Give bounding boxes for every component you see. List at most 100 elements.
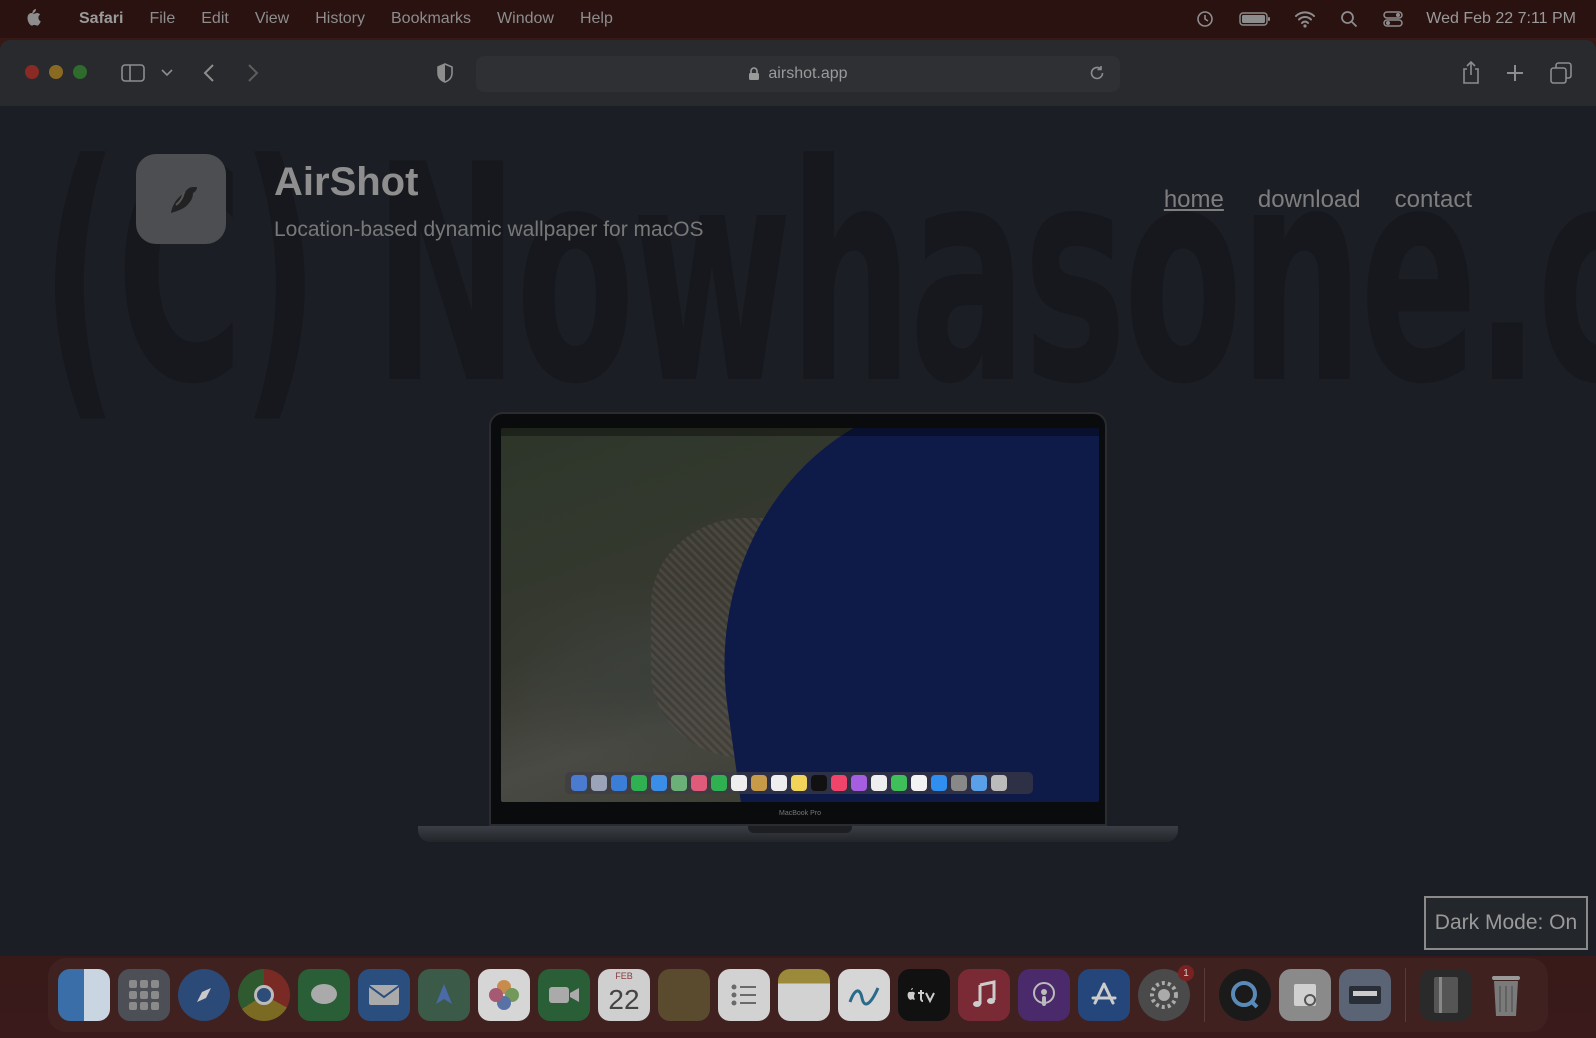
back-chevron-icon[interactable]	[196, 60, 222, 86]
mini-dock-tv-icon	[811, 775, 827, 791]
menu-window[interactable]: Window	[484, 10, 567, 28]
privacy-shield-icon[interactable]	[432, 60, 458, 86]
menu-bar: Safari File Edit View History Bookmarks …	[0, 0, 1596, 38]
mini-dock-messages-icon	[631, 775, 647, 791]
mini-dock-finder-icon	[571, 775, 587, 791]
new-tab-plus-icon[interactable]	[1502, 60, 1528, 86]
contacts-icon[interactable]	[658, 969, 710, 1021]
chrome-icon[interactable]	[238, 969, 290, 1021]
macbook-label: MacBook Pro	[778, 810, 822, 817]
app-store-icon[interactable]	[1078, 969, 1130, 1021]
url-text: airshot.app	[768, 65, 848, 82]
mini-dock-launchpad-icon	[591, 775, 607, 791]
share-icon[interactable]	[1458, 60, 1484, 86]
mini-dock	[565, 772, 1033, 794]
reload-icon[interactable]	[1088, 64, 1106, 87]
dark-mode-toggle-button[interactable]: Dark Mode: On	[1424, 896, 1588, 950]
podcasts-icon[interactable]	[1018, 969, 1070, 1021]
calendar-day: 22	[608, 984, 640, 1015]
menu-view[interactable]: View	[242, 10, 302, 28]
dock: FEB 22 1	[48, 958, 1548, 1032]
photos-icon[interactable]	[478, 969, 530, 1021]
mini-dock-notes-icon	[791, 775, 807, 791]
window-controls	[25, 65, 87, 79]
menu-edit[interactable]: Edit	[188, 10, 242, 28]
mini-dock-maps-icon	[671, 775, 687, 791]
reminders-icon[interactable]	[718, 969, 770, 1021]
mini-menu-bar	[501, 428, 1099, 436]
forward-chevron-icon[interactable]	[240, 60, 266, 86]
apple-menu-icon[interactable]	[0, 8, 66, 31]
dock-separator-2	[1405, 968, 1406, 1022]
site-nav: home download contact	[1164, 186, 1472, 214]
lock-icon	[748, 67, 760, 81]
address-bar[interactable]: airshot.app	[476, 56, 1120, 92]
mini-dock-folder-icon	[971, 775, 987, 791]
airshot-logo[interactable]	[136, 154, 226, 244]
aerial-wallpaper-image	[501, 428, 1099, 802]
messages-icon[interactable]	[298, 969, 350, 1021]
tab-overview-icon[interactable]	[1548, 60, 1574, 86]
mini-dock-settings-icon	[951, 775, 967, 791]
music-icon[interactable]	[958, 969, 1010, 1021]
trash-icon[interactable]	[1480, 969, 1532, 1021]
app-subtitle: Location-based dynamic wallpaper for mac…	[274, 218, 704, 241]
downloads-stack-icon[interactable]	[1420, 969, 1472, 1021]
preview-icon[interactable]	[1279, 969, 1331, 1021]
nav-home-link[interactable]: home	[1164, 186, 1224, 214]
mini-dock-trash-icon	[991, 775, 1007, 791]
apple-tv-icon[interactable]	[898, 969, 950, 1021]
close-window-button[interactable]	[25, 65, 39, 79]
menu-file[interactable]: File	[136, 10, 188, 28]
mini-dock-calendar-icon	[731, 775, 747, 791]
calendar-icon[interactable]: FEB 22	[598, 969, 650, 1021]
mini-dock-mail-icon	[651, 775, 667, 791]
nav-contact-link[interactable]: contact	[1395, 186, 1472, 214]
minimize-window-button[interactable]	[49, 65, 63, 79]
maps-icon[interactable]	[418, 969, 470, 1021]
sidebar-toggle-icon[interactable]	[120, 60, 146, 86]
control-center-icon[interactable]	[1382, 8, 1404, 30]
macbook-screen-image	[489, 412, 1107, 826]
mini-dock-contacts-icon	[751, 775, 767, 791]
mini-dock-photos-icon	[691, 775, 707, 791]
mail-icon[interactable]	[358, 969, 410, 1021]
zoom-window-button[interactable]	[73, 65, 87, 79]
system-settings-icon[interactable]: 1	[1138, 965, 1194, 1021]
mini-dock-keynote-icon	[871, 775, 887, 791]
mini-dock-facetime-icon	[711, 775, 727, 791]
menu-safari[interactable]: Safari	[66, 10, 136, 28]
mini-dock-numbers-icon	[891, 775, 907, 791]
launchpad-icon[interactable]	[118, 969, 170, 1021]
facetime-icon[interactable]	[538, 969, 590, 1021]
freeform-icon[interactable]	[838, 969, 890, 1021]
mini-dock-music-icon	[831, 775, 847, 791]
battery-icon[interactable]	[1238, 8, 1272, 30]
calendar-month: FEB	[615, 971, 633, 981]
nav-download-link[interactable]: download	[1258, 186, 1361, 214]
finder-icon[interactable]	[58, 969, 110, 1021]
mini-dock-safari-icon	[611, 775, 627, 791]
time-machine-icon[interactable]	[1194, 8, 1216, 30]
notes-icon[interactable]	[778, 969, 830, 1021]
safari-compass-icon[interactable]	[178, 969, 230, 1021]
menubar-clock[interactable]: Wed Feb 22 7:11 PM	[1426, 10, 1576, 28]
settings-badge: 1	[1178, 965, 1194, 981]
dock-separator	[1204, 968, 1205, 1022]
mini-dock-podcasts-icon	[851, 775, 867, 791]
screenshot-utility-icon[interactable]	[1339, 969, 1391, 1021]
web-page: (C) Nowhasone.com AirShot Location-based…	[0, 106, 1596, 956]
mini-dock-freeform-icon	[911, 775, 927, 791]
sea-area	[689, 428, 1099, 802]
mini-dock-app-store-icon	[931, 775, 947, 791]
spotlight-search-icon[interactable]	[1338, 8, 1360, 30]
app-title: AirShot	[274, 160, 419, 204]
wifi-icon[interactable]	[1294, 8, 1316, 30]
menu-bookmarks[interactable]: Bookmarks	[378, 10, 484, 28]
quicktime-icon[interactable]	[1219, 969, 1271, 1021]
tab-group-chevron-down-icon[interactable]	[154, 60, 180, 86]
menu-help[interactable]: Help	[567, 10, 626, 28]
menu-history[interactable]: History	[302, 10, 378, 28]
safari-toolbar: airshot.app	[0, 40, 1596, 106]
macbook-notch	[748, 826, 852, 833]
